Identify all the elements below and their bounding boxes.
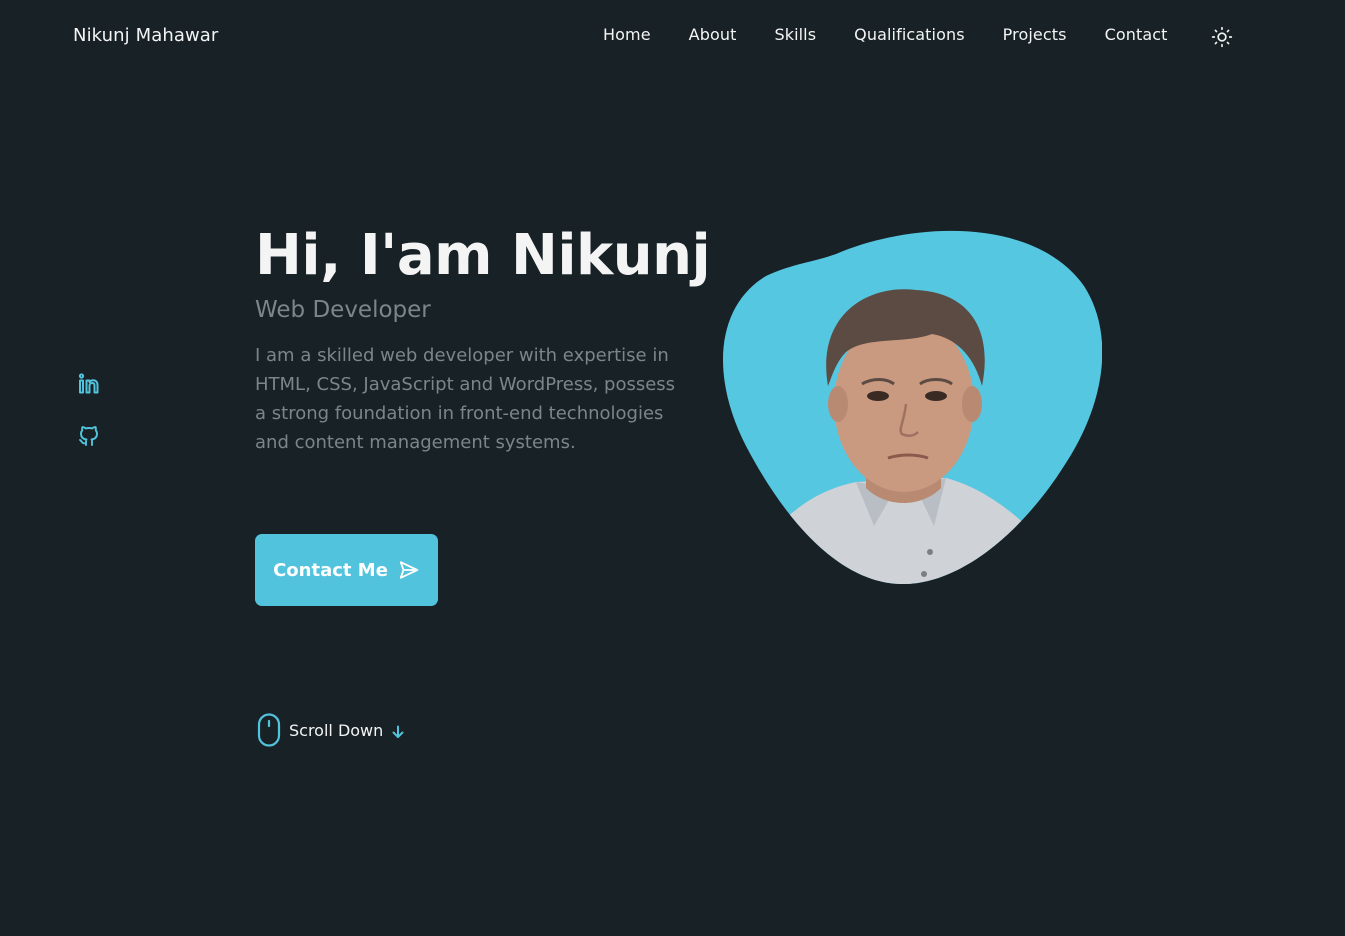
theme-toggle-button[interactable]: [1211, 26, 1233, 48]
nav-qualifications[interactable]: Qualifications: [854, 25, 965, 44]
site-header: Nikunj Mahawar Home About Skills Qualifi…: [0, 0, 1345, 76]
hero-subtitle: Web Developer: [255, 297, 431, 324]
contact-me-label: Contact Me: [273, 559, 388, 581]
scroll-down-button[interactable]: Scroll Down: [257, 713, 405, 747]
nav-about[interactable]: About: [689, 25, 737, 44]
github-link[interactable]: [77, 424, 101, 448]
hero-description: I am a skilled web developer with expert…: [255, 345, 676, 454]
profile-avatar: [723, 230, 1102, 585]
profile-blob: [716, 226, 1102, 586]
mouse-icon: [257, 713, 281, 747]
hero-section: Hi, I'am Nikunj Web Developer I am a ski…: [255, 222, 711, 457]
nav-skills[interactable]: Skills: [774, 25, 816, 44]
hero-title: Hi, I'am Nikunj: [255, 223, 711, 288]
scroll-down-label: Scroll Down: [289, 720, 384, 740]
send-icon: [399, 561, 419, 579]
nav-home[interactable]: Home: [603, 25, 651, 44]
nav-contact[interactable]: Contact: [1105, 25, 1168, 44]
site-logo[interactable]: Nikunj Mahawar: [73, 25, 218, 46]
sun-icon: [1211, 26, 1233, 48]
main-nav: Home About Skills Qualifications Project…: [603, 25, 1188, 44]
nav-projects[interactable]: Projects: [1003, 25, 1067, 44]
arrow-down-icon: [392, 725, 404, 738]
github-icon: [79, 426, 98, 446]
linkedin-link[interactable]: [77, 372, 101, 396]
contact-me-button[interactable]: Contact Me: [255, 534, 438, 606]
linkedin-icon: [78, 373, 99, 394]
social-links: [77, 372, 101, 448]
